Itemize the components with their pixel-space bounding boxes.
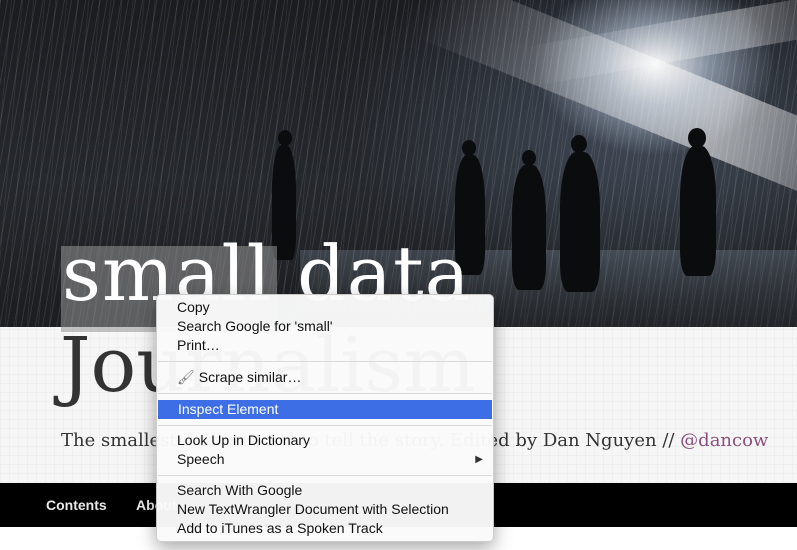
figure-head [462,140,476,156]
menu-item-speech[interactable]: Speech ▶ [157,450,493,469]
menu-item-print[interactable]: Print… [157,336,493,355]
figure-head [522,150,536,166]
menu-item-label: Copy [177,299,210,315]
menu-item-inspect-element[interactable]: Inspect Element [158,400,492,419]
figure-head [278,130,292,146]
nav-item-contents[interactable]: Contents [46,497,107,513]
menu-item-copy[interactable]: Copy [157,298,493,317]
brush-icon: 🖌 [177,369,195,385]
submenu-arrow-icon: ▶ [475,454,483,465]
menu-item-new-textwrangler-doc[interactable]: New TextWrangler Document with Selection [157,500,493,519]
menu-item-add-to-itunes[interactable]: Add to iTunes as a Spoken Track [157,519,493,538]
menu-item-label: New TextWrangler Document with Selection [177,501,449,517]
menu-item-label: Look Up in Dictionary [177,432,311,448]
menu-item-label: Scrape similar… [198,369,302,385]
menu-item-label: Speech [177,451,225,467]
menu-item-label: Search Google for 'small' [177,318,333,334]
menu-item-scrape-similar[interactable]: 🖌 Scrape similar… [157,368,493,387]
menu-item-label: Inspect Element [178,401,279,417]
menu-separator [158,361,492,362]
figure-silhouette [680,146,716,276]
twitter-handle-link[interactable]: @dancow [680,430,768,451]
figure-head [571,135,587,153]
menu-separator [158,393,492,394]
menu-separator [158,425,492,426]
menu-item-search-with-google[interactable]: Search With Google [157,481,493,500]
figure-silhouette [560,152,600,292]
figure-silhouette [512,165,546,290]
menu-item-search-google-selection[interactable]: Search Google for 'small' [157,317,493,336]
menu-separator [158,475,492,476]
menu-item-label: Search With Google [177,482,303,498]
menu-item-look-up-dictionary[interactable]: Look Up in Dictionary [157,431,493,450]
figure-head [688,128,706,148]
context-menu: Copy Search Google for 'small' Print… 🖌 S… [156,294,494,542]
menu-item-label: Print… [177,337,220,353]
menu-item-label: Add to iTunes as a Spoken Track [177,520,383,536]
